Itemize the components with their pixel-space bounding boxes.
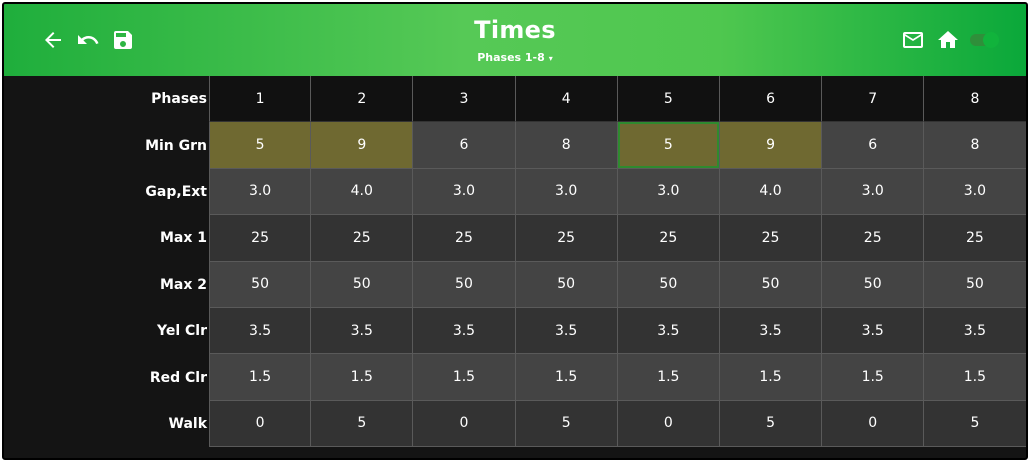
value-cell[interactable]: 25 — [515, 215, 618, 262]
home-icon[interactable] — [936, 28, 960, 52]
phase-range-dropdown[interactable]: Phases 1-8 ▾ — [4, 51, 1026, 64]
table-row: Min Grn 5 9 6 8 5 9 6 8 — [4, 122, 1026, 169]
value-cell[interactable]: 0 — [413, 400, 516, 448]
table-row: Max 1 25 25 25 25 25 25 25 25 — [4, 215, 1026, 262]
phase-header-3: 3 — [413, 76, 516, 123]
row-label: Walk — [4, 400, 209, 448]
mail-icon[interactable] — [901, 28, 925, 52]
value-cell[interactable]: 3.0 — [209, 168, 312, 216]
row-label: Max 1 — [4, 215, 209, 262]
value-cell[interactable]: 1.5 — [209, 354, 312, 401]
value-cell[interactable]: 25 — [311, 215, 414, 262]
value-cell[interactable]: 8 — [924, 122, 1026, 169]
header-bar: Times Phases 1-8 ▾ — [4, 4, 1026, 76]
row-label-phases: Phases — [4, 76, 209, 123]
page-title: Times — [474, 16, 556, 44]
toggle-switch[interactable] — [970, 32, 999, 48]
phase-header-1: 1 — [209, 76, 312, 123]
value-cell[interactable]: 5 — [617, 122, 720, 169]
value-cell[interactable]: 9 — [719, 122, 823, 169]
chevron-down-icon: ▾ — [548, 54, 553, 63]
value-cell[interactable]: 25 — [413, 215, 516, 262]
phase-header-6: 6 — [719, 76, 823, 123]
value-cell[interactable]: 3.5 — [413, 307, 516, 355]
value-cell[interactable]: 5 — [719, 400, 823, 448]
value-cell[interactable]: 25 — [617, 215, 720, 262]
value-cell[interactable]: 6 — [822, 122, 925, 169]
value-cell[interactable]: 1.5 — [515, 354, 618, 401]
row-label: Max 2 — [4, 261, 209, 308]
row-label: Gap,Ext — [4, 168, 209, 216]
value-cell[interactable]: 8 — [515, 122, 618, 169]
phase-header-7: 7 — [822, 76, 925, 123]
value-cell[interactable]: 5 — [209, 122, 312, 169]
value-cell[interactable]: 5 — [515, 400, 618, 448]
value-cell[interactable]: 1.5 — [413, 354, 516, 401]
value-cell[interactable]: 3.5 — [924, 307, 1026, 355]
value-cell[interactable]: 3.0 — [413, 168, 516, 216]
phase-header-2: 2 — [311, 76, 414, 123]
table-row: Gap,Ext 3.0 4.0 3.0 3.0 3.0 4.0 3.0 3.0 — [4, 168, 1026, 216]
value-cell[interactable]: 3.0 — [617, 168, 720, 216]
value-cell[interactable]: 1.5 — [617, 354, 720, 401]
value-cell[interactable]: 50 — [822, 261, 925, 308]
value-cell[interactable]: 0 — [617, 400, 720, 448]
row-label: Red Clr — [4, 354, 209, 401]
table-row: Walk 0 5 0 5 0 5 0 5 — [4, 400, 1026, 448]
value-cell[interactable]: 1.5 — [822, 354, 925, 401]
phase-header-5: 5 — [617, 76, 720, 123]
value-cell[interactable]: 1.5 — [719, 354, 823, 401]
phase-header-8: 8 — [924, 76, 1026, 123]
table-row: Yel Clr 3.5 3.5 3.5 3.5 3.5 3.5 3.5 3.5 — [4, 307, 1026, 355]
value-cell[interactable]: 4.0 — [311, 168, 414, 216]
value-cell[interactable]: 50 — [924, 261, 1026, 308]
value-cell[interactable]: 3.0 — [822, 168, 925, 216]
app-frame: Times Phases 1-8 ▾ Phases 1 2 3 4 5 6 7 8 Min Grn 5… — [2, 2, 1028, 460]
phase-header-4: 4 — [515, 76, 618, 123]
value-cell[interactable]: 1.5 — [924, 354, 1026, 401]
value-cell[interactable]: 5 — [311, 400, 414, 448]
value-cell[interactable]: 3.0 — [515, 168, 618, 216]
value-cell[interactable]: 3.5 — [617, 307, 720, 355]
value-cell[interactable]: 3.0 — [924, 168, 1026, 216]
value-cell[interactable]: 25 — [209, 215, 312, 262]
value-cell[interactable]: 4.0 — [719, 168, 823, 216]
value-cell[interactable]: 25 — [822, 215, 925, 262]
value-cell[interactable]: 0 — [822, 400, 925, 448]
value-cell[interactable]: 50 — [617, 261, 720, 308]
value-cell[interactable]: 5 — [924, 400, 1026, 448]
row-label: Min Grn — [4, 122, 209, 169]
value-cell[interactable]: 3.5 — [822, 307, 925, 355]
table-row: Red Clr 1.5 1.5 1.5 1.5 1.5 1.5 1.5 1.5 — [4, 354, 1026, 401]
value-cell[interactable]: 3.5 — [719, 307, 823, 355]
value-cell[interactable]: 3.5 — [515, 307, 618, 355]
phase-header-row: Phases 1 2 3 4 5 6 7 8 — [4, 76, 1026, 123]
row-label: Yel Clr — [4, 307, 209, 355]
value-cell[interactable]: 50 — [515, 261, 618, 308]
timing-table: Phases 1 2 3 4 5 6 7 8 Min Grn 5 9 6 8 5 9 6 8 Gap,Ext 3.0 4… — [4, 76, 1026, 448]
value-cell[interactable]: 50 — [413, 261, 516, 308]
value-cell[interactable]: 50 — [311, 261, 414, 308]
value-cell[interactable]: 50 — [209, 261, 312, 308]
value-cell[interactable]: 50 — [719, 261, 823, 308]
value-cell[interactable]: 25 — [924, 215, 1026, 262]
value-cell[interactable]: 25 — [719, 215, 823, 262]
value-cell[interactable]: 1.5 — [311, 354, 414, 401]
value-cell[interactable]: 3.5 — [311, 307, 414, 355]
table-row: Max 2 50 50 50 50 50 50 50 50 — [4, 261, 1026, 308]
phase-range-label: Phases 1-8 — [477, 51, 545, 64]
value-cell[interactable]: 9 — [311, 122, 414, 169]
value-cell[interactable]: 0 — [209, 400, 312, 448]
value-cell[interactable]: 6 — [413, 122, 516, 169]
value-cell[interactable]: 3.5 — [209, 307, 312, 355]
toggle-knob — [983, 32, 999, 48]
